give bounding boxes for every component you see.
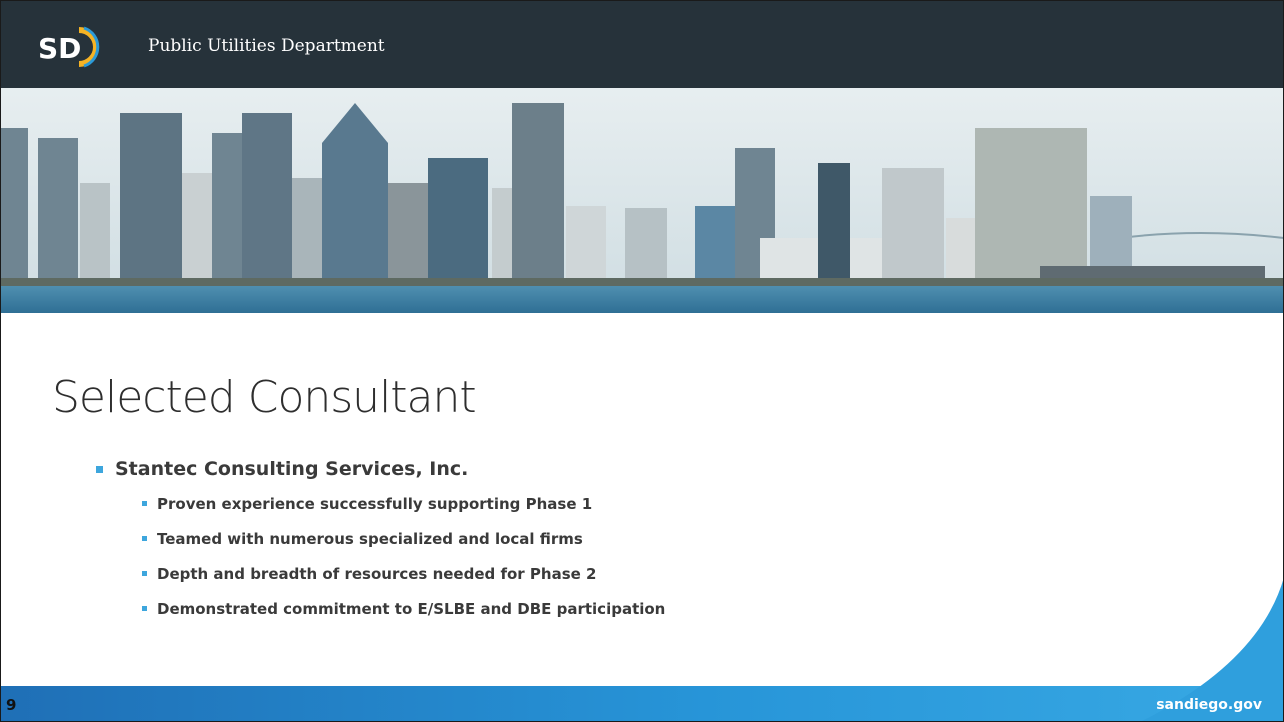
page-number: 9 <box>6 696 17 714</box>
bullet-square-icon <box>96 465 103 473</box>
bullet-square-icon <box>142 536 147 541</box>
header-bar: SD Public Utilities Department <box>0 0 1284 88</box>
sub-bullet-text: Demonstrated commitment to E/SLBE and DB… <box>157 599 666 618</box>
sub-bullet: Teamed with numerous specialized and loc… <box>142 521 1196 556</box>
bullet-square-icon <box>142 606 147 611</box>
footer-bar <box>0 686 1284 722</box>
city-logo: SD <box>38 26 100 68</box>
bullet-text: Stantec Consulting Services, Inc. <box>115 458 469 480</box>
sub-bullet-text: Teamed with numerous specialized and loc… <box>157 529 583 548</box>
bullet-square-icon <box>142 571 147 576</box>
slide: SD Public Utilities Department Selected … <box>0 0 1284 722</box>
sub-bullet: Demonstrated commitment to E/SLBE and DB… <box>142 591 1196 626</box>
sub-bullet-text: Proven experience successfully supportin… <box>157 494 593 513</box>
sub-bullet: Proven experience successfully supportin… <box>142 486 1196 521</box>
department-name: Public Utilities Department <box>148 36 385 56</box>
bullet-list: Stantec Consulting Services, Inc. Proven… <box>96 452 1196 626</box>
bullet-square-icon <box>142 501 147 506</box>
logo-text: SD <box>38 32 81 65</box>
footer-swoosh-decoration <box>1140 577 1284 722</box>
bullet-level1: Stantec Consulting Services, Inc. <box>96 452 1196 486</box>
website-link: sandiego.gov <box>1156 697 1262 713</box>
sub-bullet: Depth and breadth of resources needed fo… <box>142 556 1196 591</box>
sub-bullet-text: Depth and breadth of resources needed fo… <box>157 564 597 583</box>
slide-title: Selected Consultant <box>52 372 477 423</box>
skyline-banner-image <box>0 88 1284 313</box>
